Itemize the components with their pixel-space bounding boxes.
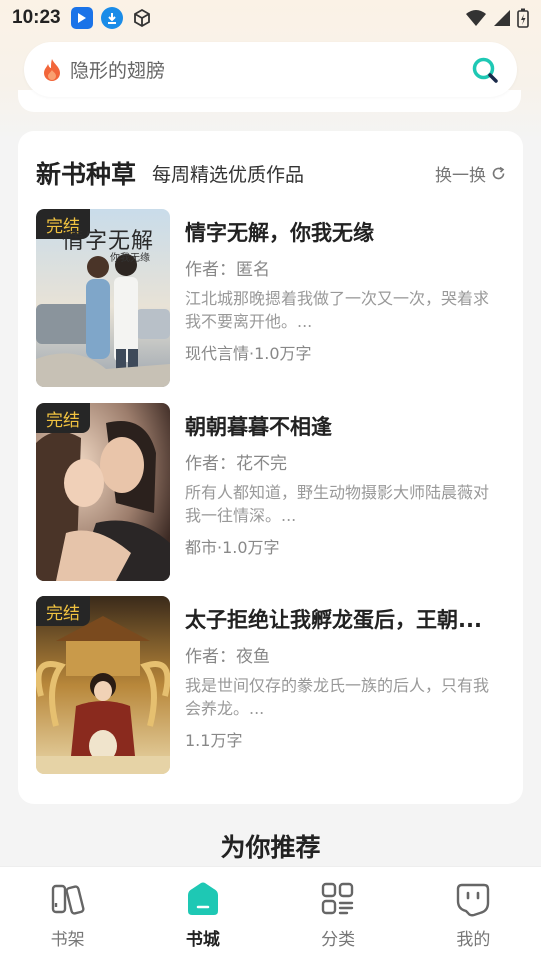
book-meta: 都市·1.0万字 (185, 538, 280, 557)
new-books-card: 新书种草 每周精选优质作品 换一换 完结 情字无解 你我无缘 情字无解，你我无缘… (18, 131, 523, 804)
recommend-section-title: 为你推荐 (220, 833, 321, 862)
book-item[interactable]: 完结 朝朝暮暮不相逢 作者：花不完 所有人都知道，野生动物摄影大师陆晨薇对我一往… (36, 403, 506, 581)
status-bar: 10:23 (0, 0, 541, 36)
tab-profile[interactable]: 我的 (406, 867, 541, 958)
book-author: 作者：夜鱼 (185, 647, 270, 667)
card-title: 新书种草 (36, 160, 137, 189)
bookstore-icon[interactable] (184, 881, 222, 917)
search-icon[interactable] (471, 56, 499, 84)
bottom-tab-bar: 书架 书城 分类 我的 (0, 866, 541, 958)
book-title[interactable]: 太子拒绝让我孵龙蛋后，王朝... (185, 604, 505, 634)
card-header: 新书种草 每周精选优质作品 换一换 (36, 153, 506, 193)
status-time: 10:23 (12, 7, 61, 28)
book-cover[interactable]: 完结 (36, 596, 170, 774)
book-description: 所有人都知道，野生动物摄影大师陆晨薇对我一往情深。... (185, 483, 490, 525)
book-meta: 现代言情·1.0万字 (185, 344, 312, 363)
completed-badge: 完结 (36, 403, 90, 433)
flame-icon (44, 58, 60, 81)
book-meta: 1.1万字 (185, 731, 243, 750)
tab-label[interactable]: 书城 (186, 925, 220, 950)
refresh-label[interactable]: 换一换 (435, 161, 486, 186)
book-author: 作者：匿名 (185, 260, 270, 280)
profile-icon[interactable] (454, 881, 492, 917)
wifi-icon (466, 10, 486, 26)
tab-bookstore[interactable]: 书城 (135, 867, 270, 958)
signal-icon (494, 10, 510, 26)
book-cover[interactable]: 完结 情字无解 你我无缘 (36, 209, 170, 387)
app-notification-icon (70, 7, 93, 29)
tab-category[interactable]: 分类 (271, 867, 406, 958)
refresh-button[interactable]: 换一换 (435, 161, 506, 186)
tab-label[interactable]: 分类 (321, 925, 355, 950)
cover-subtitle: 你我无缘 (110, 253, 150, 264)
battery-icon (517, 8, 529, 28)
cube-icon (131, 7, 153, 29)
book-description: 我是世间仅存的豢龙氏一族的后人，只有我会养龙。... (185, 676, 490, 718)
book-title[interactable]: 朝朝暮暮不相逢 (185, 411, 505, 441)
search-placeholder[interactable]: 隐形的翅膀 (70, 56, 471, 83)
tab-bookshelf[interactable]: 书架 (0, 867, 135, 958)
card-subtitle: 每周精选优质作品 (152, 163, 305, 186)
category-icon[interactable] (319, 881, 357, 917)
book-description: 江北城那晚摁着我做了一次又一次，哭着求我不要离开他。... (185, 289, 490, 331)
book-author: 作者：花不完 (185, 454, 287, 474)
book-cover[interactable]: 完结 (36, 403, 170, 581)
bookshelf-icon[interactable] (49, 881, 87, 917)
book-item[interactable]: 完结 情字无解 你我无缘 情字无解，你我无缘 作者：匿名 江北城那晚摁着我做了一… (36, 209, 506, 387)
completed-badge: 完结 (36, 596, 90, 626)
download-icon (100, 7, 123, 29)
tab-label[interactable]: 我的 (456, 925, 490, 950)
book-item[interactable]: 完结 太子拒绝让我孵龙蛋后，王朝... 作者：夜鱼 我是世间仅存的豢龙氏一族的后… (36, 596, 506, 774)
refresh-icon[interactable] (491, 166, 506, 181)
tab-label[interactable]: 书架 (51, 925, 85, 950)
search-bar[interactable]: 隐形的翅膀 (24, 42, 517, 97)
book-title[interactable]: 情字无解，你我无缘 (185, 217, 505, 247)
